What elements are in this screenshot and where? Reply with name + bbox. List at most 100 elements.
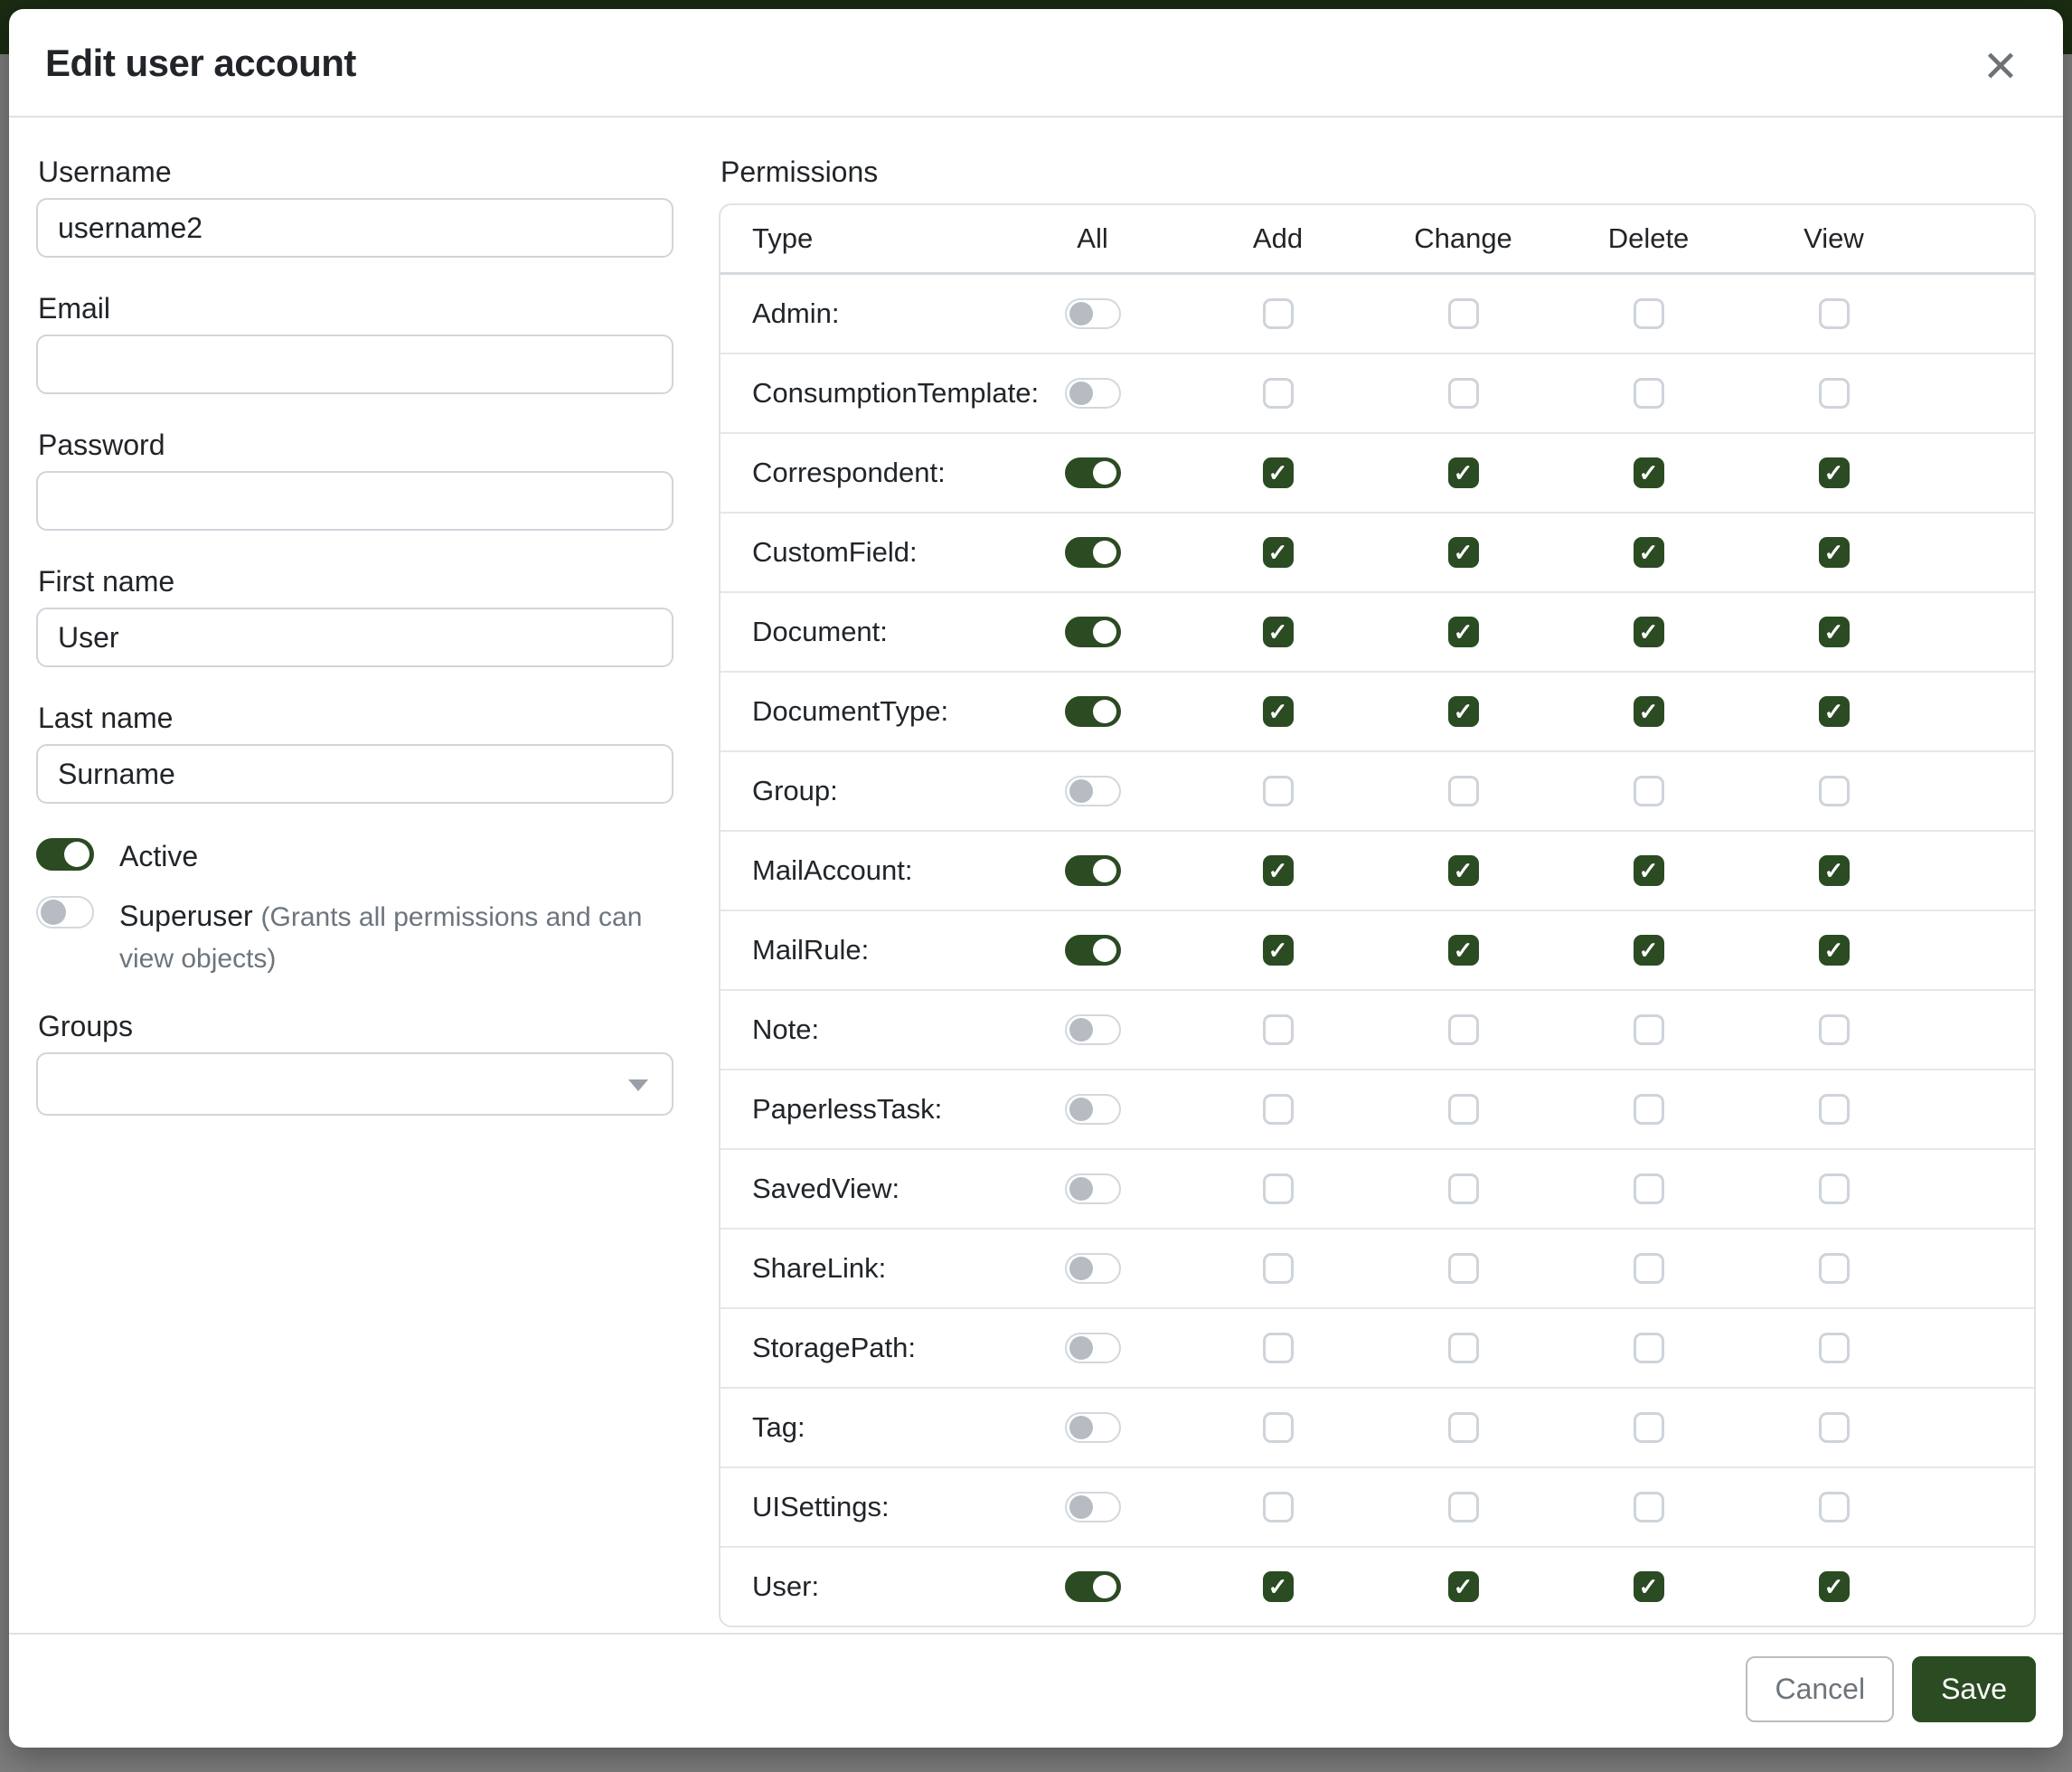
permission-row: StoragePath:	[720, 1309, 2034, 1389]
cancel-button[interactable]: Cancel	[1746, 1656, 1894, 1722]
permission-all-toggle[interactable]	[1065, 855, 1121, 886]
permission-all-toggle[interactable]	[1065, 378, 1121, 409]
permission-add-checkbox[interactable]	[1263, 1412, 1294, 1443]
permission-change-checkbox[interactable]	[1448, 1333, 1479, 1363]
permission-all-toggle[interactable]	[1065, 1571, 1121, 1602]
permission-add-checkbox[interactable]	[1263, 696, 1294, 727]
permission-change-checkbox[interactable]	[1448, 855, 1479, 886]
permission-delete-checkbox[interactable]	[1634, 1412, 1664, 1443]
permission-change-checkbox[interactable]	[1448, 617, 1479, 647]
save-button[interactable]: Save	[1912, 1656, 2036, 1722]
permission-view-checkbox[interactable]	[1819, 537, 1850, 568]
permission-change-checkbox[interactable]	[1448, 1492, 1479, 1522]
permission-view-checkbox[interactable]	[1819, 298, 1850, 329]
permission-view-checkbox[interactable]	[1819, 855, 1850, 886]
permission-all-toggle[interactable]	[1065, 1253, 1121, 1284]
permission-add-checkbox[interactable]	[1263, 776, 1294, 806]
permission-all-toggle[interactable]	[1065, 1173, 1121, 1204]
permission-add-checkbox[interactable]	[1263, 378, 1294, 409]
permission-change-checkbox[interactable]	[1448, 1412, 1479, 1443]
permission-delete-checkbox[interactable]	[1634, 776, 1664, 806]
permission-all-toggle[interactable]	[1065, 935, 1121, 966]
column-header-add: Add	[1185, 222, 1370, 255]
permission-view-checkbox[interactable]	[1819, 696, 1850, 727]
permission-delete-checkbox[interactable]	[1634, 617, 1664, 647]
toggle-knob	[1093, 541, 1116, 564]
permission-view-checkbox[interactable]	[1819, 617, 1850, 647]
superuser-toggle[interactable]	[36, 896, 94, 928]
permission-add-checkbox[interactable]	[1263, 1014, 1294, 1045]
permission-change-checkbox[interactable]	[1448, 1014, 1479, 1045]
permission-change-checkbox[interactable]	[1448, 1571, 1479, 1602]
permission-all-toggle[interactable]	[1065, 457, 1121, 488]
permission-add-checkbox[interactable]	[1263, 1094, 1294, 1125]
groups-select[interactable]	[36, 1052, 673, 1116]
permission-change-checkbox[interactable]	[1448, 935, 1479, 966]
permission-all-toggle[interactable]	[1065, 537, 1121, 568]
permission-view-checkbox[interactable]	[1819, 1014, 1850, 1045]
close-icon[interactable]: ✕	[1969, 36, 2032, 99]
permission-add-checkbox[interactable]	[1263, 298, 1294, 329]
permission-add-checkbox[interactable]	[1263, 1571, 1294, 1602]
permission-all-toggle[interactable]	[1065, 617, 1121, 647]
permission-change-checkbox[interactable]	[1448, 457, 1479, 488]
permission-view-checkbox[interactable]	[1819, 935, 1850, 966]
permission-all-toggle[interactable]	[1065, 1333, 1121, 1363]
permission-add-checkbox[interactable]	[1263, 855, 1294, 886]
permission-view-checkbox[interactable]	[1819, 1412, 1850, 1443]
permission-view-checkbox[interactable]	[1819, 1094, 1850, 1125]
last-name-input[interactable]	[36, 744, 673, 804]
permission-view-checkbox[interactable]	[1819, 1492, 1850, 1522]
permission-add-checkbox[interactable]	[1263, 617, 1294, 647]
permission-add-checkbox[interactable]	[1263, 1492, 1294, 1522]
permission-view-checkbox[interactable]	[1819, 1253, 1850, 1284]
permission-delete-checkbox[interactable]	[1634, 696, 1664, 727]
permission-change-checkbox[interactable]	[1448, 1173, 1479, 1204]
permission-delete-checkbox[interactable]	[1634, 1253, 1664, 1284]
permission-view-checkbox[interactable]	[1819, 1571, 1850, 1602]
permission-all-toggle[interactable]	[1065, 1492, 1121, 1522]
permission-change-checkbox[interactable]	[1448, 298, 1479, 329]
permission-delete-checkbox[interactable]	[1634, 1333, 1664, 1363]
active-toggle[interactable]	[36, 838, 94, 871]
permission-delete-checkbox[interactable]	[1634, 457, 1664, 488]
password-label: Password	[38, 429, 673, 462]
permission-view-checkbox[interactable]	[1819, 457, 1850, 488]
permission-delete-checkbox[interactable]	[1634, 1094, 1664, 1125]
password-field[interactable]	[36, 471, 673, 531]
permission-change-checkbox[interactable]	[1448, 378, 1479, 409]
permission-view-checkbox[interactable]	[1819, 1333, 1850, 1363]
permission-add-checkbox[interactable]	[1263, 1253, 1294, 1284]
permission-change-checkbox[interactable]	[1448, 1253, 1479, 1284]
permission-all-toggle[interactable]	[1065, 1412, 1121, 1443]
permission-all-toggle[interactable]	[1065, 1014, 1121, 1045]
permission-all-toggle[interactable]	[1065, 1094, 1121, 1125]
permission-add-checkbox[interactable]	[1263, 1333, 1294, 1363]
permission-delete-checkbox[interactable]	[1634, 1571, 1664, 1602]
permission-delete-checkbox[interactable]	[1634, 298, 1664, 329]
username-input[interactable]	[36, 198, 673, 258]
first-name-input[interactable]	[36, 608, 673, 667]
permission-delete-checkbox[interactable]	[1634, 1173, 1664, 1204]
permission-view-checkbox[interactable]	[1819, 776, 1850, 806]
permission-delete-checkbox[interactable]	[1634, 1014, 1664, 1045]
permission-change-checkbox[interactable]	[1448, 696, 1479, 727]
permission-add-checkbox[interactable]	[1263, 1173, 1294, 1204]
permission-view-checkbox[interactable]	[1819, 1173, 1850, 1204]
permission-add-checkbox[interactable]	[1263, 537, 1294, 568]
permission-add-checkbox[interactable]	[1263, 457, 1294, 488]
permission-all-toggle[interactable]	[1065, 776, 1121, 806]
permission-view-checkbox[interactable]	[1819, 378, 1850, 409]
permission-delete-checkbox[interactable]	[1634, 378, 1664, 409]
permission-all-toggle[interactable]	[1065, 298, 1121, 329]
permission-change-checkbox[interactable]	[1448, 537, 1479, 568]
permission-delete-checkbox[interactable]	[1634, 1492, 1664, 1522]
permission-change-checkbox[interactable]	[1448, 776, 1479, 806]
permission-add-checkbox[interactable]	[1263, 935, 1294, 966]
permission-all-toggle[interactable]	[1065, 696, 1121, 727]
email-field[interactable]	[36, 335, 673, 394]
permission-delete-checkbox[interactable]	[1634, 935, 1664, 966]
permission-delete-checkbox[interactable]	[1634, 537, 1664, 568]
permission-change-checkbox[interactable]	[1448, 1094, 1479, 1125]
permission-delete-checkbox[interactable]	[1634, 855, 1664, 886]
